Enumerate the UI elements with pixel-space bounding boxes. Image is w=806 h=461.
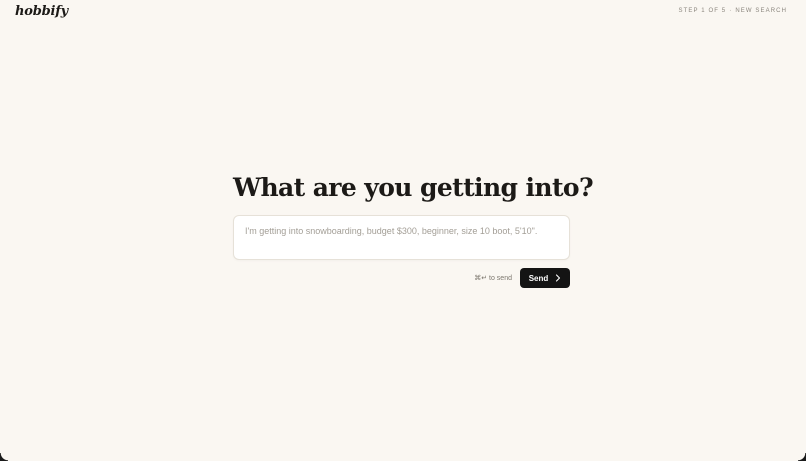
send-shortcut-hint: ⌘↵ to send: [474, 275, 512, 282]
step-separator: ·: [729, 8, 733, 14]
chevron-right-icon: [556, 274, 561, 282]
window-corner-left: [0, 453, 8, 461]
page: hobbify STEP 1 OF 5 · NEW SEARCH What are …: [0, 0, 806, 461]
window-corner-right: [798, 453, 806, 461]
prompt-actions: ⌘↵ to send Send: [233, 268, 570, 288]
send-button-label: Send: [528, 273, 549, 283]
page-title: What are you getting into?: [233, 173, 594, 202]
prompt-container: [233, 215, 570, 260]
logo[interactable]: hobbify: [15, 4, 68, 19]
new-search-link[interactable]: NEW SEARCH: [735, 8, 787, 14]
prompt-input[interactable]: [234, 216, 569, 259]
step-indicator: STEP 1 OF 5 · NEW SEARCH: [679, 8, 787, 14]
search-panel: What are you getting into? ⌘↵ to send Se…: [233, 170, 594, 288]
send-button[interactable]: Send: [520, 268, 570, 288]
step-label: STEP 1 OF 5: [678, 8, 727, 14]
top-bar: hobbify STEP 1 OF 5 · NEW SEARCH: [0, 0, 806, 24]
